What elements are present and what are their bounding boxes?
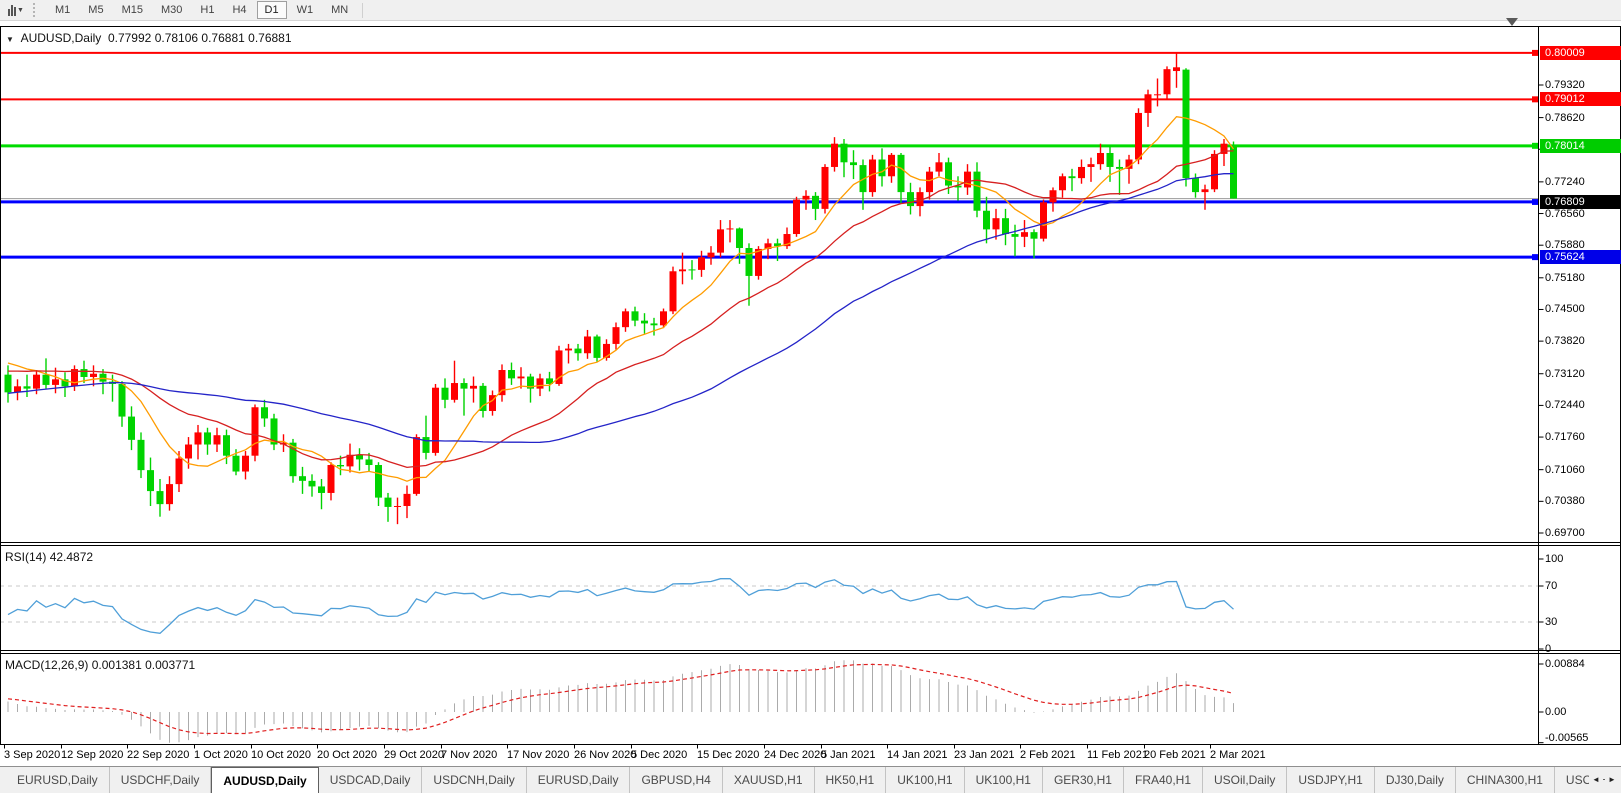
date-axis-label: 24 Dec 2020 [764,749,826,761]
tab-scroll-right-button[interactable]: ► [1605,770,1619,789]
price-level-badge: 0.80009 [1540,46,1621,60]
chart-tab-usdcad-daily[interactable]: USDCAD,Daily [319,767,423,793]
rsi-value: 42.4872 [50,550,93,564]
chart-tab-usdjpy-h1[interactable]: USDJPY,H1 [1287,767,1374,793]
rsi-axis-tick: 100 [1545,553,1563,565]
chart-tab-xauusd-h1[interactable]: XAUUSD,H1 [723,767,815,793]
date-axis-label: 20 Oct 2020 [317,749,377,761]
macd-signal-value: 0.003771 [145,658,195,672]
price-level-badge: 0.78014 [1540,139,1621,153]
rsi-axis-tick: 70 [1545,580,1557,592]
price-axis-tick: 0.77240 [1545,176,1585,188]
ohlc-close: 0.76881 [248,31,291,45]
price-axis-tick: 0.73120 [1545,368,1585,380]
chart-tab-eurusd-daily[interactable]: EURUSD,Daily [6,767,110,793]
chart-tab-bar: EURUSD,DailyUSDCHF,DailyAUDUSD,DailyUSDC… [0,766,1621,793]
chart-tab-uk100-h1[interactable]: UK100,H1 [965,767,1043,793]
macd-label: MACD(12,26,9) [5,658,88,672]
macd-axis-tick: 0.00 [1545,706,1566,718]
chart-tab-eurusd-daily[interactable]: EURUSD,Daily [527,767,631,793]
macd-header: MACD(12,26,9) 0.001381 0.003771 [5,658,195,672]
date-axis-label: 7 Nov 2020 [441,749,497,761]
chart-tab-usdchf-daily[interactable]: USDCHF,Daily [110,767,212,793]
rsi-label: RSI(14) [5,550,46,564]
chart-tab-uk100-h1[interactable]: UK100,H1 [886,767,964,793]
chart-tab-ger30-h1[interactable]: GER30,H1 [1043,767,1124,793]
price-axis-tick: 0.70380 [1545,495,1585,507]
date-axis-label: 22 Sep 2020 [127,749,189,761]
tab-scroll-left-button[interactable]: ◄ [1589,770,1603,789]
chart-tab-hk50-h1[interactable]: HK50,H1 [815,767,887,793]
date-axis-label: 11 Feb 2021 [1087,749,1148,761]
price-axis-tick: 0.76560 [1545,208,1585,220]
ohlc-open: 0.77992 [108,31,151,45]
date-axis-label: 26 Nov 2020 [574,749,636,761]
price-axis-tick: 0.78620 [1545,112,1585,124]
chart-tab-china300-h1[interactable]: CHINA300,H1 [1456,767,1555,793]
price-chart[interactable] [0,0,1621,760]
date-axis-label: 12 Sep 2020 [61,749,123,761]
tab-scroll-arrows: ◄ ► [1589,770,1619,789]
price-level-badge: 0.75624 [1540,250,1621,264]
terminal-window: ▼ M1M5M15M30H1H4D1W1MN ▼ AUDUSD,Daily 0.… [0,0,1621,793]
chart-shift-marker[interactable] [1506,18,1518,26]
date-axis-label: 1 Oct 2020 [194,749,248,761]
date-axis-label: 17 Nov 2020 [507,749,569,761]
symbol-header: ▼ AUDUSD,Daily 0.77992 0.78106 0.76881 0… [6,31,292,45]
price-axis-tick: 0.79320 [1545,79,1585,91]
date-axis-label: 15 Dec 2020 [697,749,759,761]
chart-tab-usoil-daily[interactable]: USOil,Daily [1203,767,1287,793]
ohlc-high: 0.78106 [155,31,198,45]
rsi-axis-tick: 30 [1545,616,1557,628]
ohlc-low: 0.76881 [201,31,244,45]
chart-tab-fra40-h1[interactable]: FRA40,H1 [1124,767,1203,793]
date-axis-label: 2 Mar 2021 [1210,749,1266,761]
chart-tab-dj30-daily[interactable]: DJ30,Daily [1375,767,1456,793]
date-axis-label: 10 Oct 2020 [251,749,311,761]
price-axis-tick: 0.71060 [1545,464,1585,476]
date-axis-label: 29 Oct 2020 [384,749,444,761]
collapse-indicator-icon[interactable]: ▼ [6,35,14,44]
price-axis-tick: 0.73820 [1545,335,1585,347]
macd-main-value: 0.001381 [92,658,142,672]
price-level-badge: 0.76809 [1540,195,1621,209]
rsi-axis-tick: 0 [1545,643,1551,655]
price-axis-tick: 0.74500 [1545,303,1585,315]
price-axis-tick: 0.72440 [1545,399,1585,411]
date-axis-label: 5 Jan 2021 [821,749,875,761]
date-axis-label: 20 Feb 2021 [1144,749,1206,761]
date-axis-label: 3 Sep 2020 [4,749,60,761]
chart-tab-gbpusd-h4[interactable]: GBPUSD,H4 [630,767,722,793]
symbol-name: AUDUSD,Daily [21,31,102,45]
date-axis-label: 23 Jan 2021 [954,749,1015,761]
date-axis-label: 2 Feb 2021 [1020,749,1076,761]
chart-tab-usdcnh-daily[interactable]: USDCNH,Daily [422,767,526,793]
macd-axis-tick: -0.00565 [1545,732,1588,744]
price-axis-tick: 0.69700 [1545,527,1585,539]
date-axis-label: 14 Jan 2021 [887,749,948,761]
price-axis-tick: 0.71760 [1545,431,1585,443]
date-axis-label: 5 Dec 2020 [631,749,687,761]
price-axis-tick: 0.75180 [1545,272,1585,284]
price-level-badge: 0.79012 [1540,92,1621,106]
chart-tab-audusd-daily[interactable]: AUDUSD,Daily [211,767,318,793]
rsi-header: RSI(14) 42.4872 [5,550,93,564]
macd-axis-tick: 0.00884 [1545,658,1585,670]
